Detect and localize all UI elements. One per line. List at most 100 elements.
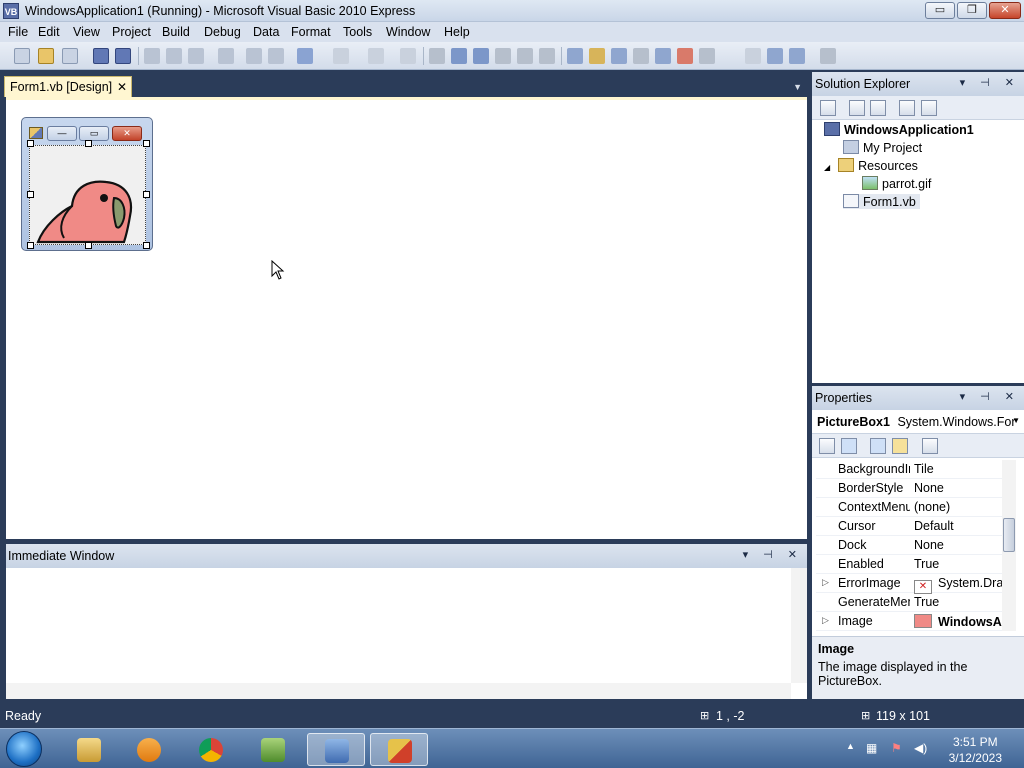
resize-grip[interactable]	[85, 140, 92, 147]
resize-grip[interactable]	[27, 191, 34, 198]
uncomment-icon[interactable]	[268, 48, 284, 64]
menu-file[interactable]: File	[8, 25, 28, 39]
step-into-icon[interactable]	[495, 48, 511, 64]
step-over-icon[interactable]	[517, 48, 533, 64]
expander-icon[interactable]: ▷	[822, 615, 829, 626]
tab-close-icon[interactable]: ✕	[117, 80, 127, 94]
paste-icon[interactable]	[188, 48, 204, 64]
find-icon[interactable]	[218, 48, 234, 64]
tab-form1-design[interactable]: Form1.vb [Design] ✕	[4, 76, 132, 97]
action-center-icon[interactable]: ⚑	[891, 741, 902, 755]
scrollbar-thumb[interactable]	[1003, 518, 1015, 552]
panel-window-buttons[interactable]: ▾ ⊣ ✕	[743, 548, 803, 561]
form-designer-surface[interactable]: — ▭ ✕	[6, 97, 807, 539]
taskbar-running-app[interactable]	[370, 733, 428, 766]
command-window-icon[interactable]	[767, 48, 783, 64]
menu-view[interactable]: View	[73, 25, 100, 39]
menu-edit[interactable]: Edit	[38, 25, 60, 39]
properties-icon[interactable]	[820, 100, 836, 116]
step-out-icon[interactable]	[539, 48, 555, 64]
solution-node[interactable]: WindowsApplication1	[824, 122, 974, 137]
resize-grip[interactable]	[143, 242, 150, 249]
property-row[interactable]: Cursor Default	[816, 517, 1004, 536]
picturebox1[interactable]	[29, 145, 146, 245]
extension-manager-icon[interactable]	[789, 48, 805, 64]
save-all-icon[interactable]	[115, 48, 131, 64]
property-grid-scrollbar[interactable]	[1002, 460, 1016, 631]
taskbar-media-player[interactable]	[120, 733, 178, 766]
toolbar-options-icon[interactable]	[820, 48, 836, 64]
start-button[interactable]	[6, 731, 42, 767]
menu-tools[interactable]: Tools	[343, 25, 372, 39]
menu-window[interactable]: Window	[386, 25, 430, 39]
taskbar-explorer[interactable]	[60, 733, 118, 766]
minimize-button[interactable]: ▭	[925, 2, 955, 19]
property-row[interactable]: BorderStyle None	[816, 479, 1004, 498]
panel-window-buttons[interactable]: ▾ ⊣ ✕	[960, 390, 1020, 403]
error-list-icon[interactable]	[677, 48, 693, 64]
expander-icon[interactable]: ◢	[824, 163, 830, 172]
menu-build[interactable]: Build	[162, 25, 190, 39]
open-file-icon[interactable]	[38, 48, 54, 64]
navigate-backward-icon[interactable]	[368, 48, 384, 64]
object-selector[interactable]: PictureBox1 System.Windows.For ▼	[812, 410, 1024, 434]
add-item-icon[interactable]	[62, 48, 78, 64]
property-row[interactable]: Dock None	[816, 536, 1004, 555]
undo-icon[interactable]	[297, 48, 313, 64]
stop-debugging-icon[interactable]	[473, 48, 489, 64]
network-icon[interactable]: ▦	[866, 741, 877, 755]
solution-explorer-icon[interactable]	[567, 48, 583, 64]
menu-help[interactable]: Help	[444, 25, 470, 39]
refresh-icon[interactable]	[870, 100, 886, 116]
break-all-icon[interactable]	[451, 48, 467, 64]
taskbar-visual-basic[interactable]	[307, 733, 365, 766]
property-row[interactable]: Enabled True	[816, 555, 1004, 574]
volume-icon[interactable]: ◀)	[914, 741, 927, 755]
tree-item-my-project[interactable]: My Project	[843, 140, 922, 155]
save-icon[interactable]	[93, 48, 109, 64]
properties-window-icon[interactable]	[589, 48, 605, 64]
system-clock[interactable]: 3:51 PM 3/12/2023	[949, 734, 1002, 766]
view-designer-icon[interactable]	[921, 100, 937, 116]
taskbar-visual-csharp[interactable]	[244, 733, 302, 766]
resize-grip[interactable]	[143, 140, 150, 147]
tree-item-resources[interactable]: ◢ Resources	[824, 158, 918, 173]
property-row[interactable]: GenerateMen True	[816, 593, 1004, 612]
toolbox-icon[interactable]	[633, 48, 649, 64]
vb-app-icon[interactable]: VB	[3, 3, 19, 19]
property-row[interactable]: BackgroundIr Tile	[816, 460, 1004, 479]
new-project-icon[interactable]	[14, 48, 30, 64]
panel-window-buttons[interactable]: ▾ ⊣ ✕	[960, 76, 1020, 89]
resize-grip[interactable]	[143, 191, 150, 198]
designed-form[interactable]: — ▭ ✕	[21, 117, 153, 251]
view-code-icon[interactable]	[899, 100, 915, 116]
menu-debug[interactable]: Debug	[204, 25, 241, 39]
property-row[interactable]: ▷ ErrorImage ✕ System.Dra	[816, 574, 1004, 594]
cut-icon[interactable]	[144, 48, 160, 64]
tree-item-parrot-gif[interactable]: parrot.gif	[862, 176, 931, 191]
alphabetical-icon[interactable]	[841, 438, 857, 454]
redo-icon[interactable]	[333, 48, 349, 64]
object-browser-icon[interactable]	[611, 48, 627, 64]
menu-format[interactable]: Format	[291, 25, 331, 39]
resize-grip[interactable]	[27, 140, 34, 147]
property-row[interactable]: ▷ Image WindowsA	[816, 612, 1004, 631]
immediate-window-hscroll[interactable]	[6, 683, 791, 699]
resize-grip[interactable]	[85, 242, 92, 249]
comment-icon[interactable]	[246, 48, 262, 64]
immediate-window-vscroll[interactable]	[791, 568, 807, 683]
show-all-files-icon[interactable]	[849, 100, 865, 116]
properties-view-icon[interactable]	[870, 438, 886, 454]
active-files-dropdown-icon[interactable]: ▼	[793, 82, 802, 92]
output-window-icon[interactable]	[699, 48, 715, 64]
navigate-forward-icon[interactable]	[400, 48, 416, 64]
navigate-icon[interactable]	[745, 48, 761, 64]
expander-icon[interactable]: ▷	[822, 577, 829, 588]
restore-button[interactable]: ❐	[957, 2, 987, 19]
close-button[interactable]: ✕	[989, 2, 1021, 19]
taskbar-chrome[interactable]	[182, 733, 240, 766]
start-debugging-icon[interactable]	[429, 48, 445, 64]
property-row[interactable]: ContextMenu (none)	[816, 498, 1004, 517]
menu-project[interactable]: Project	[112, 25, 151, 39]
copy-icon[interactable]	[166, 48, 182, 64]
